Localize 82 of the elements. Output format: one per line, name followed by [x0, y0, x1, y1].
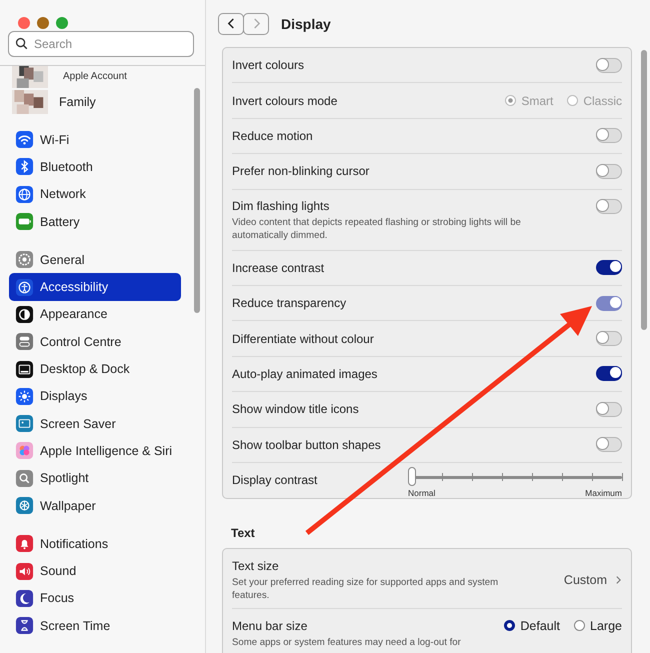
sidebar-item[interactable]: Sound — [9, 557, 181, 585]
sidebar-item[interactable]: Focus — [9, 584, 181, 612]
setting-label: Reduce transparency — [232, 296, 346, 310]
chevron-right-icon — [615, 575, 622, 586]
setting-label: Invert colours mode — [232, 94, 338, 108]
moon-icon — [15, 588, 34, 608]
slider-max-label: Maximum — [585, 488, 622, 498]
hourglass-icon — [15, 616, 34, 636]
section-heading: Text — [230, 524, 256, 542]
setting-label: Menu bar size — [232, 618, 308, 633]
scrollbar[interactable] — [194, 88, 200, 313]
flower-icon — [15, 441, 34, 460]
gear-icon — [15, 250, 34, 270]
wifi-icon — [15, 130, 34, 150]
setting-description: Some apps or system features may need a log-out for — [232, 636, 461, 649]
setting-label: Display contrast — [232, 473, 318, 488]
toggle-switch[interactable] — [596, 164, 622, 179]
setting-label: Show window title icons — [232, 402, 359, 416]
sidebar-item[interactable]: Appearance — [9, 300, 181, 328]
sidebar-item[interactable]: Wallpaper — [9, 492, 181, 520]
speaker-icon — [15, 562, 34, 581]
sidebar-item[interactable]: Screen Saver — [9, 410, 181, 438]
setting-description: Video content that depicts repeated flashing or strobing lights will be automatically dimmed. — [232, 216, 522, 242]
bluetooth-icon — [15, 157, 34, 176]
sidebar-item[interactable]: Spotlight — [9, 464, 181, 492]
radio-option[interactable]: Large — [574, 618, 622, 633]
sidebar-item[interactable]: Screen Time — [9, 612, 181, 640]
setting-label: Dim flashing lights — [232, 198, 330, 213]
bell-icon — [15, 534, 34, 554]
window-title: Display — [281, 16, 331, 32]
person-icon — [15, 278, 34, 297]
radio-option[interactable]: Default — [504, 618, 560, 633]
toggle-switch[interactable] — [596, 260, 622, 276]
setting-label: Increase contrast — [232, 260, 324, 275]
sidebar-item[interactable]: Displays — [9, 382, 181, 410]
sidebar-item[interactable]: Control Centre — [9, 328, 181, 356]
slider-thumb[interactable] — [408, 466, 416, 486]
globe-icon — [15, 184, 34, 204]
toggle-switch[interactable] — [596, 366, 622, 382]
sidebar-item[interactable]: Accessibility — [9, 273, 181, 301]
setting-label: Auto-play animated images — [232, 366, 378, 381]
switches-icon — [15, 332, 34, 352]
sidebar-item[interactable]: Bluetooth — [9, 153, 181, 181]
account-label[interactable]: Family — [59, 95, 96, 109]
toggle-switch[interactable] — [596, 58, 622, 73]
setting-label: Invert colours — [232, 58, 304, 72]
sidebar-item[interactable]: General — [9, 246, 181, 274]
toggle-switch[interactable] — [596, 128, 622, 144]
setting-label: Reduce motion — [232, 128, 313, 143]
search-field[interactable]: Search — [8, 31, 194, 57]
setting-label: Text size — [232, 558, 280, 573]
sidebar-item[interactable]: Battery — [9, 208, 181, 236]
sun-icon — [15, 386, 34, 406]
slider-min-label: Normal — [408, 488, 436, 498]
setting-label: Differentiate without colour — [232, 332, 374, 346]
zoom-button[interactable] — [56, 17, 68, 29]
monitor-icon — [15, 414, 34, 434]
chevron-left-icon — [226, 17, 236, 30]
sidebar-item[interactable]: Wi-Fi — [9, 126, 181, 154]
setting-label: Prefer non-blinking cursor — [232, 164, 370, 178]
scrollbar[interactable] — [641, 50, 647, 330]
sidebar-item[interactable]: Notifications — [9, 530, 181, 558]
close-button[interactable] — [18, 17, 30, 29]
sidebar-item[interactable]: Apple Intelligence & Siri — [9, 437, 181, 465]
battery-icon — [15, 212, 34, 232]
search-icon — [15, 37, 28, 50]
minimize-button[interactable] — [37, 17, 49, 29]
setting-description: Set your preferred reading size for supported apps and system features. — [232, 576, 500, 602]
search-icon — [15, 468, 34, 488]
toggle-switch[interactable] — [596, 198, 622, 214]
value-link[interactable]: Custom — [564, 573, 622, 588]
snowflake-icon — [15, 496, 34, 515]
account-label[interactable]: Apple Account — [63, 70, 127, 82]
toggle-switch[interactable] — [596, 402, 622, 417]
setting-label: Show toolbar button shapes — [232, 438, 381, 452]
sidebar-item[interactable]: Network — [9, 180, 181, 208]
sidebar-item[interactable]: Desktop & Dock — [9, 355, 181, 383]
back-button[interactable] — [218, 12, 244, 34]
dock-icon — [15, 360, 34, 379]
toggle-switch[interactable] — [596, 437, 622, 452]
toggle-switch[interactable] — [596, 331, 622, 346]
chevron-right-icon — [252, 17, 260, 30]
